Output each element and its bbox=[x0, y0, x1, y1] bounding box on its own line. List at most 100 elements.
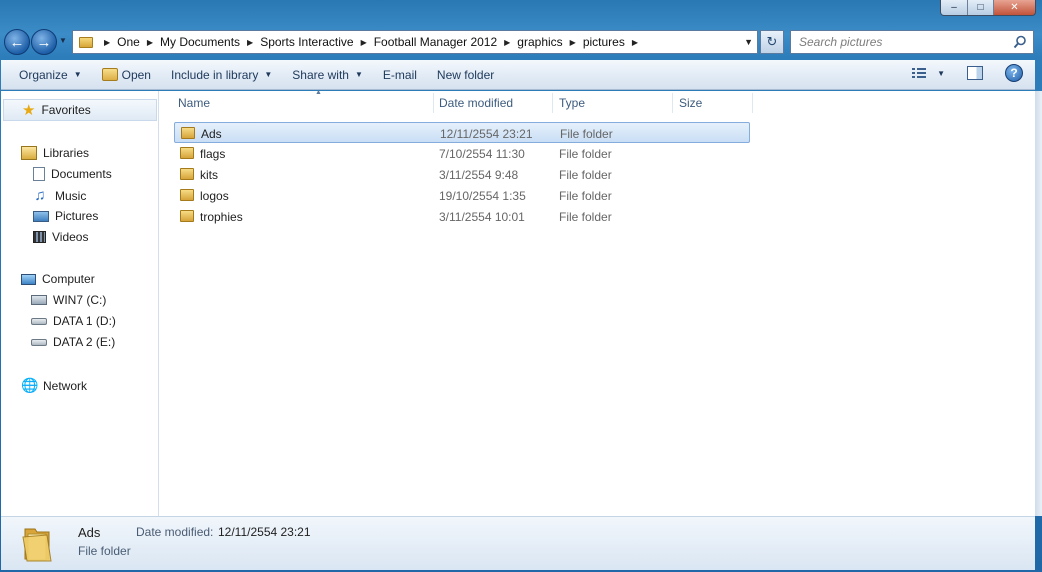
file-row-trophies[interactable]: trophies 3/11/2554 10:01 File folder bbox=[174, 206, 750, 227]
breadcrumb-separator-icon[interactable]: ▶ bbox=[104, 38, 110, 47]
column-header-date-modified[interactable]: Date modified bbox=[439, 91, 552, 115]
nav-item-label: Pictures bbox=[55, 209, 99, 223]
file-name: flags bbox=[200, 147, 226, 161]
file-name: Ads bbox=[201, 127, 222, 141]
refresh-button[interactable]: ↻ bbox=[760, 30, 784, 54]
sort-ascending-icon: ▲ bbox=[315, 89, 322, 96]
organize-button[interactable]: Organize ▼ bbox=[9, 64, 92, 86]
nav-item-computer[interactable]: Computer bbox=[21, 272, 95, 286]
breadcrumb-sports-interactive[interactable]: Sports Interactive bbox=[260, 35, 353, 49]
breadcrumb-separator-icon[interactable]: ▶ bbox=[570, 38, 576, 47]
nav-item-favorites[interactable]: ★ Favorites bbox=[3, 99, 157, 121]
nav-item-documents[interactable]: Documents bbox=[33, 167, 112, 181]
breadcrumb-separator-icon[interactable]: ▶ bbox=[147, 38, 153, 47]
organize-label: Organize bbox=[19, 67, 68, 82]
computer-icon bbox=[21, 273, 36, 285]
nav-item-music[interactable]: ♫ Music bbox=[33, 187, 86, 204]
file-name: kits bbox=[200, 168, 218, 182]
caption-buttons: – □ ✕ bbox=[940, 0, 1036, 16]
breadcrumb-football-manager-2012[interactable]: Football Manager 2012 bbox=[374, 35, 497, 49]
breadcrumb-my-documents[interactable]: My Documents bbox=[160, 35, 240, 49]
back-button[interactable]: ← bbox=[4, 29, 30, 55]
preview-pane-icon[interactable] bbox=[967, 66, 983, 80]
folder-icon bbox=[181, 127, 195, 139]
documents-icon bbox=[33, 167, 45, 181]
file-name: logos bbox=[200, 189, 229, 203]
column-header-type[interactable]: Type bbox=[559, 91, 672, 115]
breadcrumb-separator-icon[interactable]: ▶ bbox=[504, 38, 510, 47]
view-controls: ▼ ? bbox=[911, 64, 1023, 82]
search-input[interactable]: Search pictures bbox=[790, 30, 1034, 54]
address-bar[interactable]: ▶ One ▶ My Documents ▶ Sports Interactiv… bbox=[72, 30, 758, 54]
column-header-label: Name bbox=[178, 96, 211, 110]
column-header-name[interactable]: Name ▲ bbox=[178, 89, 433, 115]
breadcrumb-separator-icon[interactable]: ▶ bbox=[361, 38, 367, 47]
breadcrumb-one[interactable]: One bbox=[117, 35, 140, 49]
maximize-button[interactable]: □ bbox=[967, 0, 993, 15]
nav-item-drive-c[interactable]: WIN7 (C:) bbox=[31, 293, 106, 307]
minimize-button[interactable]: – bbox=[941, 0, 967, 15]
column-header-size[interactable]: Size bbox=[679, 91, 752, 115]
network-icon: 🌐 bbox=[21, 377, 39, 393]
details-item-name: Ads bbox=[78, 525, 101, 540]
nav-item-label: Network bbox=[43, 378, 88, 393]
change-view-icon[interactable] bbox=[911, 66, 927, 80]
address-row: ← → ▼ ▶ One ▶ My Documents ▶ Sports Inte… bbox=[0, 26, 1042, 58]
new-folder-button[interactable]: New folder bbox=[427, 64, 504, 86]
include-in-library-button[interactable]: Include in library ▼ bbox=[161, 64, 282, 86]
folder-icon bbox=[79, 36, 93, 48]
folder-icon bbox=[180, 189, 194, 201]
back-arrow-icon: ← bbox=[9, 33, 25, 51]
open-button[interactable]: Open bbox=[92, 64, 161, 86]
share-with-button[interactable]: Share with ▼ bbox=[282, 64, 373, 86]
breadcrumb-separator-icon[interactable]: ▶ bbox=[247, 38, 253, 47]
folder-icon bbox=[180, 210, 194, 222]
column-divider[interactable] bbox=[552, 93, 553, 113]
help-icon[interactable]: ? bbox=[1005, 64, 1023, 82]
breadcrumb-graphics[interactable]: graphics bbox=[517, 35, 562, 49]
nav-item-label: Libraries bbox=[43, 146, 90, 160]
column-divider[interactable] bbox=[752, 93, 753, 113]
nav-item-libraries[interactable]: Libraries bbox=[21, 146, 89, 160]
search-placeholder: Search pictures bbox=[799, 35, 883, 49]
libraries-icon bbox=[21, 146, 37, 160]
large-folder-icon bbox=[22, 528, 52, 562]
nav-item-label: Computer bbox=[42, 272, 95, 286]
file-date-modified: 12/11/2554 23:21 bbox=[440, 127, 533, 141]
address-dropdown-icon[interactable]: ▼ bbox=[744, 37, 753, 47]
nav-item-videos[interactable]: Videos bbox=[33, 230, 88, 244]
navigation-pane: ★ Favorites Libraries Documents ♫ Music … bbox=[1, 91, 159, 516]
search-icon[interactable] bbox=[1013, 35, 1027, 49]
details-pane: Ads File folder Date modified: 12/11/255… bbox=[1, 516, 1035, 570]
column-divider[interactable] bbox=[433, 93, 434, 113]
recent-pages-dropdown[interactable]: ▼ bbox=[59, 36, 67, 45]
nav-item-network[interactable]: 🌐 Network bbox=[21, 377, 87, 394]
star-icon: ★ bbox=[22, 101, 36, 119]
forward-button[interactable]: → bbox=[31, 29, 57, 55]
nav-item-label: Videos bbox=[52, 230, 89, 244]
file-row-logos[interactable]: logos 19/10/2554 1:35 File folder bbox=[174, 185, 750, 206]
nav-item-pictures[interactable]: Pictures bbox=[33, 209, 98, 223]
email-button[interactable]: E-mail bbox=[373, 64, 427, 86]
column-header-label: Type bbox=[559, 96, 586, 110]
column-divider[interactable] bbox=[672, 93, 673, 113]
explorer-window: – □ ✕ ← → ▼ ▶ One ▶ My Documents ▶ Sport… bbox=[0, 0, 1042, 572]
nav-item-drive-d[interactable]: DATA 1 (D:) bbox=[31, 314, 116, 328]
file-row-flags[interactable]: flags 7/10/2554 11:30 File folder bbox=[174, 143, 750, 164]
file-row-ads[interactable]: Ads 12/11/2554 23:21 File folder bbox=[174, 122, 750, 143]
minimize-icon: – bbox=[951, 2, 957, 13]
close-button[interactable]: ✕ bbox=[993, 0, 1035, 15]
details-date-label: Date modified: bbox=[136, 525, 214, 539]
breadcrumb-separator-icon[interactable]: ▶ bbox=[632, 38, 638, 47]
nav-item-label: Music bbox=[55, 188, 87, 203]
view-options-dropdown-icon[interactable]: ▼ bbox=[937, 69, 945, 78]
folder-icon bbox=[180, 147, 194, 159]
file-row-kits[interactable]: kits 3/11/2554 9:48 File folder bbox=[174, 164, 750, 185]
nav-item-label: Favorites bbox=[41, 103, 91, 117]
file-date-modified: 19/10/2554 1:35 bbox=[439, 189, 526, 203]
breadcrumb-pictures[interactable]: pictures bbox=[583, 35, 625, 49]
pictures-icon bbox=[33, 210, 49, 222]
nav-item-drive-e[interactable]: DATA 2 (E:) bbox=[31, 335, 115, 349]
open-folder-icon bbox=[101, 68, 118, 81]
new-folder-label: New folder bbox=[436, 67, 495, 82]
